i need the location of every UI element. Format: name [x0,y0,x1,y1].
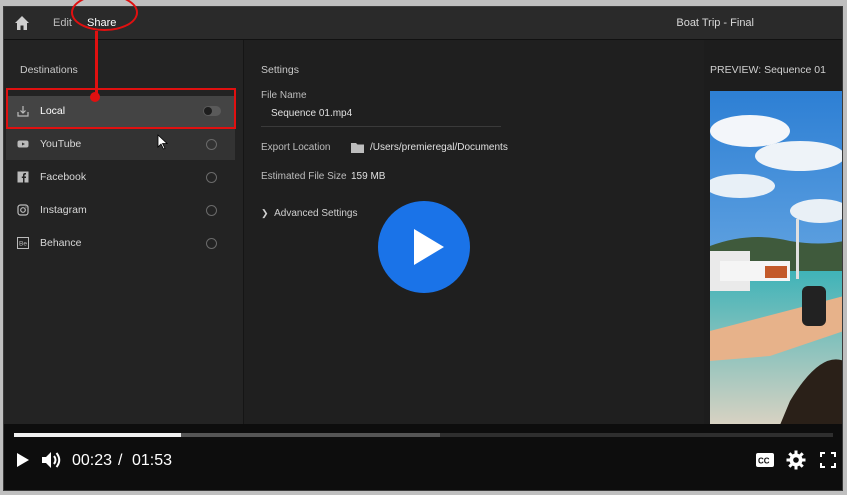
youtube-radio[interactable] [206,139,217,150]
play-icon[interactable] [16,452,30,468]
mouse-pointer-icon [157,134,169,150]
fullscreen-icon[interactable] [820,452,836,468]
instagram-icon [17,204,29,216]
current-time: 00:23 [72,452,113,469]
preview-image [710,91,842,425]
facebook-radio[interactable] [206,172,217,183]
progress-played [14,433,181,437]
file-size-label: Estimated File Size [261,171,347,182]
file-name-label: File Name [261,90,307,101]
destination-label: Facebook [40,171,87,183]
video-frame: Edit Share Boat Trip - Final Destination… [3,6,843,491]
advanced-settings-label: Advanced Settings [274,208,358,219]
destination-label: YouTube [40,138,82,150]
file-name-underline [261,126,501,127]
closed-captions-icon[interactable]: CC [755,452,775,468]
destination-label: Behance [40,237,82,249]
preview-title: PREVIEW: Sequence 01 [710,64,826,76]
svg-text:Be: Be [19,241,27,248]
svg-text:CC: CC [758,457,770,466]
settings-heading: Settings [261,64,299,76]
youtube-icon [17,140,29,148]
volume-icon[interactable] [41,450,63,470]
settings-panel: Settings File Name Sequence 01.mp4 Expor… [244,40,704,425]
file-name-input[interactable]: Sequence 01.mp4 [271,108,352,119]
destination-facebook[interactable]: Facebook [6,162,235,193]
behance-radio[interactable] [206,238,217,249]
nav-edit[interactable]: Edit [53,17,72,29]
destination-instagram[interactable]: Instagram [6,195,235,226]
duration: 01:53 [132,452,173,469]
home-icon[interactable] [14,15,30,31]
file-size-value: 159 MB [351,171,386,182]
chevron-right-icon: ❯ [261,208,269,218]
player-controls: 00:23 / 01:53 CC [4,424,842,490]
destination-label: Instagram [40,204,87,216]
folder-icon[interactable] [351,142,364,153]
local-highlight-annotation [6,88,236,129]
settings-gear-icon[interactable] [786,450,806,470]
annotation-arrow-dot [90,92,100,102]
destination-behance[interactable]: Be Behance [6,228,235,259]
facebook-icon [17,171,29,183]
destinations-heading: Destinations [20,64,78,76]
document-title: Boat Trip - Final [676,17,754,29]
export-location-value[interactable]: /Users/premieregal/Documents [370,142,508,153]
play-overlay-button[interactable] [378,201,470,293]
behance-icon: Be [17,237,29,249]
advanced-settings-toggle[interactable]: ❯ Advanced Settings [261,208,358,219]
destination-youtube[interactable]: YouTube [6,129,235,160]
time-separator: / [118,452,123,469]
annotation-arrow [95,31,98,96]
export-location-label: Export Location [261,142,331,153]
instagram-radio[interactable] [206,205,217,216]
